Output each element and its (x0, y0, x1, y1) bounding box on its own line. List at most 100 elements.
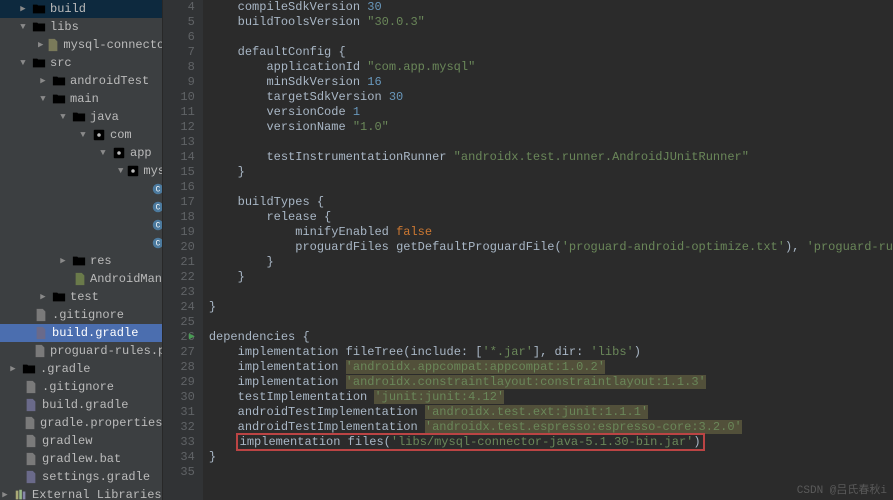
class-icon (151, 199, 163, 215)
tree-label: app (130, 146, 152, 160)
collapse-icon: ▶ (38, 40, 43, 50)
tree-androidtest[interactable]: ▶ androidTest (0, 72, 162, 90)
gradle-icon (23, 397, 39, 413)
tree-label: build (50, 2, 86, 16)
collapse-icon: ▶ (38, 76, 48, 86)
watermark: CSDN @吕氏春秋i (797, 481, 887, 497)
gradle-icon (33, 325, 49, 341)
tree-gradleprops[interactable]: gradle.properties (0, 414, 162, 432)
code-area[interactable]: compileSdkVersion 30 buildToolsVersion "… (203, 0, 893, 500)
tree-src[interactable]: ▼ src (0, 54, 162, 72)
tree-label: proguard-rules.pro (50, 344, 163, 358)
tree-label: mysql-connector-java-5.1.30-bin.jar (63, 38, 162, 52)
tree-app[interactable]: ▼ app (0, 144, 162, 162)
tree-label: .gitignore (42, 380, 114, 394)
tree-label: build.gradle (52, 326, 138, 340)
highlighted-line: implementation files('libs/mysql-connect… (236, 433, 705, 451)
tree-dbutils[interactable]: DBUtils (0, 180, 162, 198)
folder-icon (51, 289, 67, 305)
tree-label: AndroidManifest.xml (90, 272, 163, 286)
tree-label: External Libraries (32, 488, 162, 500)
tree-label: .gradle (40, 362, 90, 376)
tree-build[interactable]: ▶ build (0, 0, 162, 18)
jar-icon (46, 37, 60, 53)
expand-icon: ▼ (18, 58, 28, 68)
tree-jar[interactable]: ▶ mysql-connector-java-5.1.30-bin.jar (0, 36, 162, 54)
expand-icon: ▼ (38, 94, 48, 104)
folder-icon (31, 19, 47, 35)
tree-label: src (50, 56, 72, 70)
tree-gitignore1[interactable]: .gitignore (0, 306, 162, 324)
tree-label: test (70, 290, 99, 304)
tree-buildgradle1[interactable]: build.gradle (0, 324, 162, 342)
tree-label: libs (50, 20, 79, 34)
class-icon (151, 235, 163, 251)
code-editor[interactable]: 4567891011121314151617181920212223242526… (163, 0, 893, 500)
tree-mysql[interactable]: ▼ mysql (0, 162, 162, 180)
tree-label: build.gradle (42, 398, 128, 412)
tree-res[interactable]: ▶ res (0, 252, 162, 270)
file-icon (23, 379, 39, 395)
tree-gradlewbat[interactable]: gradlew.bat (0, 450, 162, 468)
line-gutter: 4567891011121314151617181920212223242526… (163, 0, 203, 500)
expand-icon: ▼ (78, 130, 88, 140)
file-icon (33, 307, 49, 323)
tree-test[interactable]: ▶ test (0, 288, 162, 306)
collapse-icon: ▶ (8, 364, 18, 374)
tree-gradlew[interactable]: gradlew (0, 432, 162, 450)
tree-label: gradlew (42, 434, 92, 448)
tree-gitignore2[interactable]: .gitignore (0, 378, 162, 396)
tree-label: androidTest (70, 74, 149, 88)
file-icon (23, 451, 39, 467)
tree-java[interactable]: ▼ java (0, 108, 162, 126)
file-icon (23, 415, 37, 431)
tree-label: settings.gradle (42, 470, 150, 484)
package-icon (91, 127, 107, 143)
xml-icon (73, 271, 87, 287)
tree-settingsgradle[interactable]: settings.gradle (0, 468, 162, 486)
tree-label: java (90, 110, 119, 124)
tree-libs[interactable]: ▼ libs (0, 18, 162, 36)
class-icon (151, 181, 163, 197)
class-icon (151, 217, 163, 233)
tree-com[interactable]: ▼ com (0, 126, 162, 144)
project-tree[interactable]: ▶ build ▼ libs ▶ mysql-connector-java-5.1.3… (0, 0, 163, 500)
folder-icon (31, 55, 47, 71)
collapse-icon: ▶ (38, 292, 48, 302)
tree-gradlefolder[interactable]: ▶ .gradle (0, 360, 162, 378)
collapse-icon: ▶ (0, 490, 10, 500)
folder-icon (21, 361, 37, 377)
expand-icon: ▼ (18, 22, 28, 32)
tree-extlibs[interactable]: ▶ External Libraries (0, 486, 162, 500)
folder-icon (51, 91, 67, 107)
tree-label: mysql (143, 164, 162, 178)
expand-icon: ▼ (58, 112, 68, 122)
tree-mainactivity[interactable]: MainActivity (0, 216, 162, 234)
tree-label: com (110, 128, 132, 142)
tree-label: res (90, 254, 112, 268)
gradle-icon (23, 469, 39, 485)
folder-icon (71, 109, 87, 125)
file-icon (33, 343, 47, 359)
package-icon (111, 145, 127, 161)
tree-main[interactable]: ▼ main (0, 90, 162, 108)
folder-icon (51, 73, 67, 89)
tree-label: gradle.properties (40, 416, 162, 430)
tree-buildgradle2[interactable]: build.gradle (0, 396, 162, 414)
tree-manifest[interactable]: AndroidManifest.xml (0, 270, 162, 288)
folder-icon (31, 1, 47, 17)
folder-icon (71, 253, 87, 269)
expand-icon: ▼ (118, 166, 123, 176)
package-icon (126, 163, 140, 179)
tree-timeutil[interactable]: TimeUtil (0, 234, 162, 252)
collapse-icon: ▶ (18, 4, 28, 14)
tree-label: gradlew.bat (42, 452, 121, 466)
tree-label: main (70, 92, 99, 106)
library-icon (13, 487, 29, 500)
collapse-icon: ▶ (58, 256, 68, 266)
tree-proguard[interactable]: proguard-rules.pro (0, 342, 162, 360)
tree-label: .gitignore (52, 308, 124, 322)
file-icon (23, 433, 39, 449)
tree-logbean[interactable]: LogBean (0, 198, 162, 216)
expand-icon: ▼ (98, 148, 108, 158)
